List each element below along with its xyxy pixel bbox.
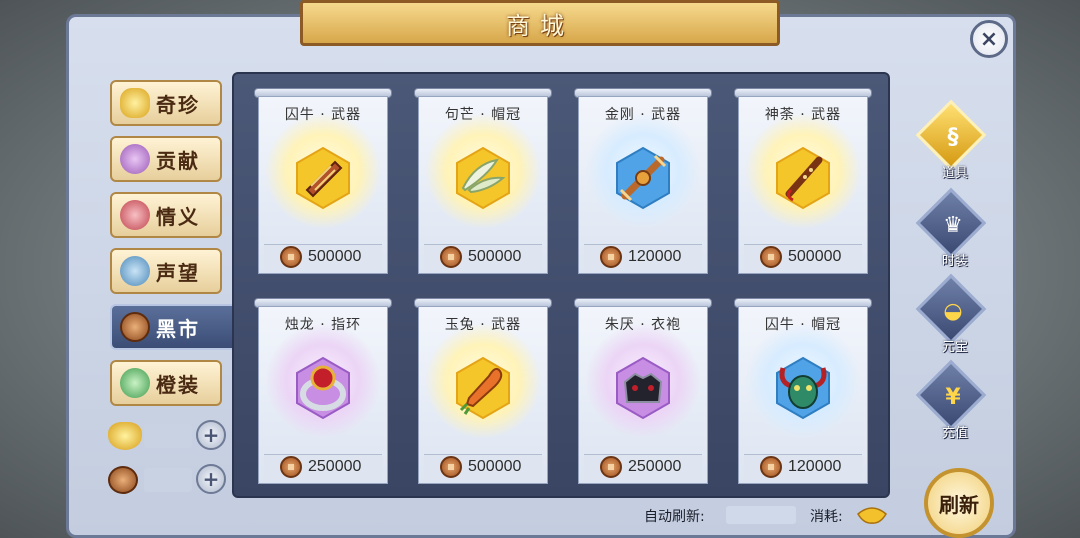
window-title: 商城 xyxy=(506,11,574,40)
copper-coin-icon xyxy=(440,246,462,268)
item-price: 250000 xyxy=(628,458,682,475)
shop-item-card[interactable]: 玉兔 · 武器 500000 xyxy=(414,298,552,490)
tab-chengzhuang[interactable]: 橙装 xyxy=(110,360,222,406)
copper-coin-value xyxy=(144,468,192,492)
carrot-weapon-icon xyxy=(456,356,510,420)
item-name: 囚牛 · 帽冠 xyxy=(764,317,842,333)
category-rail: § 道具 ♛ 时装 ◒ 元宝 ¥ 充值 xyxy=(915,70,996,520)
add-gold-ingot-button[interactable]: + xyxy=(196,420,226,450)
purple-pouch-icon xyxy=(120,144,150,174)
copper-coin-icon xyxy=(760,456,782,478)
category-shizhuang[interactable]: ♛ 时装 xyxy=(915,187,994,270)
auto-refresh-time xyxy=(726,506,796,524)
shop-item-card[interactable]: 句芒 · 帽冠 500000 xyxy=(414,88,552,280)
ingot-icon: ◒ xyxy=(943,298,963,324)
item-name: 玉兔 · 武器 xyxy=(444,317,522,333)
shop-item-card[interactable]: 囚牛 · 武器 500000 xyxy=(254,88,392,280)
copper-coin-icon xyxy=(120,312,150,342)
blue-pouch-icon xyxy=(120,256,150,286)
category-label: 充值 xyxy=(941,426,968,441)
close-button[interactable]: × xyxy=(970,20,1008,58)
yen-icon: ¥ xyxy=(945,384,961,410)
demon-mask-icon xyxy=(776,356,830,420)
gold-ingot-icon xyxy=(108,422,142,450)
item-price: 250000 xyxy=(308,458,362,475)
copper-coin-icon xyxy=(280,246,302,268)
item-name: 金刚 · 武器 xyxy=(604,107,682,123)
category-label: 道具 xyxy=(941,166,968,181)
item-price: 500000 xyxy=(788,248,842,265)
vajra-weapon-icon xyxy=(616,146,670,210)
window-title-bar: 商城 xyxy=(300,0,780,46)
item-name: 朱厌 · 衣袍 xyxy=(604,317,682,333)
tab-label: 情义 xyxy=(156,204,200,229)
item-price: 500000 xyxy=(468,248,522,265)
tab-heishi[interactable]: 黑市 xyxy=(110,304,240,350)
refresh-button-label: 刷新 xyxy=(939,492,979,517)
tab-gongxian[interactable]: 贡献 xyxy=(110,136,222,182)
copper-coin-icon xyxy=(108,466,138,494)
category-yuanbao[interactable]: ◒ 元宝 xyxy=(915,273,994,356)
copper-coin-icon xyxy=(440,456,462,478)
gold-ingot-icon xyxy=(120,88,150,118)
item-name: 神荼 · 武器 xyxy=(764,107,842,123)
refresh-button[interactable]: 刷新 xyxy=(924,468,994,538)
tab-shengwang[interactable]: 声望 xyxy=(110,248,222,294)
cost-label: 消耗: xyxy=(810,509,843,525)
tab-label: 橙装 xyxy=(156,372,200,397)
copper-coin-icon xyxy=(600,456,622,478)
item-price: 120000 xyxy=(628,248,682,265)
category-chongzhi[interactable]: ¥ 充值 xyxy=(915,359,994,442)
copper-coin-balance: + xyxy=(108,464,228,496)
tab-qingyi[interactable]: 情义 xyxy=(110,192,222,238)
refresh-info-bar: 自动刷新: 消耗: xyxy=(640,500,930,530)
copper-coin-icon xyxy=(760,246,782,268)
item-price: 500000 xyxy=(468,458,522,475)
item-name: 句芒 · 帽冠 xyxy=(444,107,522,123)
tab-label: 贡献 xyxy=(156,148,200,173)
flute-weapon-icon xyxy=(776,146,830,210)
item-name: 烛龙 · 指环 xyxy=(284,317,362,333)
gourd-icon: § xyxy=(947,124,959,150)
item-name: 囚牛 · 武器 xyxy=(284,107,362,123)
green-jade-icon xyxy=(120,368,150,398)
robe-icon xyxy=(616,356,670,420)
category-label: 时装 xyxy=(941,254,968,269)
red-pouch-icon xyxy=(120,200,150,230)
auto-refresh-label: 自动刷新: xyxy=(644,509,705,525)
add-copper-coin-button[interactable]: + xyxy=(196,464,226,494)
ring-icon xyxy=(296,356,350,420)
item-price: 120000 xyxy=(788,458,842,475)
copper-coin-icon xyxy=(600,246,622,268)
category-label: 元宝 xyxy=(941,340,968,355)
gold-ingot-icon xyxy=(857,507,887,524)
helmet-icon: ♛ xyxy=(943,212,963,238)
category-daoju[interactable]: § 道具 xyxy=(915,99,994,182)
feather-crown-icon xyxy=(456,146,510,210)
tab-label: 黑市 xyxy=(156,316,200,341)
shop-item-card[interactable]: 囚牛 · 帽冠 120000 xyxy=(734,298,872,490)
harp-weapon-icon xyxy=(296,146,350,210)
shop-item-card[interactable]: 烛龙 · 指环 250000 xyxy=(254,298,392,490)
gold-ingot-balance: + xyxy=(108,420,228,452)
tab-qizhen[interactable]: 奇珍 xyxy=(110,80,222,126)
shop-item-card[interactable]: 金刚 · 武器 120000 xyxy=(574,88,712,280)
shop-item-card[interactable]: 朱厌 · 衣袍 250000 xyxy=(574,298,712,490)
copper-coin-icon xyxy=(280,456,302,478)
tab-label: 奇珍 xyxy=(156,92,200,117)
shop-item-card[interactable]: 神荼 · 武器 500000 xyxy=(734,88,872,280)
item-price: 500000 xyxy=(308,248,362,265)
tab-label: 声望 xyxy=(156,260,200,285)
gold-ingot-value xyxy=(144,424,192,448)
